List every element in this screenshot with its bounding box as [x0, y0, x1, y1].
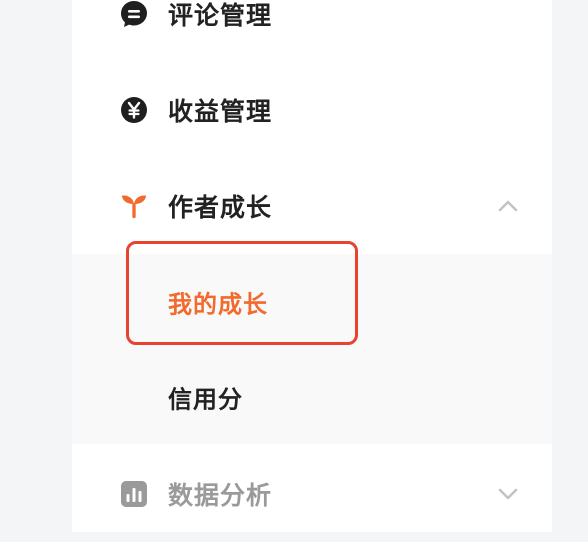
menu-label-author-growth: 作者成长 — [168, 193, 273, 222]
menu-label-data-analytics: 数据分析 — [168, 481, 273, 510]
chevron-up-icon[interactable] — [496, 194, 520, 218]
chevron-down-icon[interactable] — [496, 482, 520, 506]
submenu-label-my-growth: 我的成长 — [168, 290, 268, 318]
submenu-item-my-growth[interactable]: 我的成长 — [72, 254, 552, 349]
menu-item-income-management[interactable]: 收益管理 — [72, 62, 552, 158]
menu-item-author-growth[interactable]: 作者成长 — [72, 158, 552, 254]
submenu-label-credit-score: 信用分 — [168, 385, 243, 413]
yen-icon — [120, 96, 148, 124]
submenu-item-credit-score[interactable]: 信用分 — [72, 349, 552, 444]
bar-chart-icon — [120, 480, 148, 508]
sidebar-menu: 评论管理 收益管理 作者成长 我的成长 信用分 数据分析 — [72, 0, 552, 532]
sprout-icon — [120, 192, 148, 220]
comment-icon — [120, 0, 148, 28]
menu-item-comment-management[interactable]: 评论管理 — [72, 0, 552, 62]
submenu-author-growth: 我的成长 信用分 — [72, 254, 552, 444]
menu-label-comment-management: 评论管理 — [168, 1, 273, 30]
menu-item-data-analytics[interactable]: 数据分析 — [72, 446, 552, 542]
menu-label-income-management: 收益管理 — [168, 97, 273, 126]
